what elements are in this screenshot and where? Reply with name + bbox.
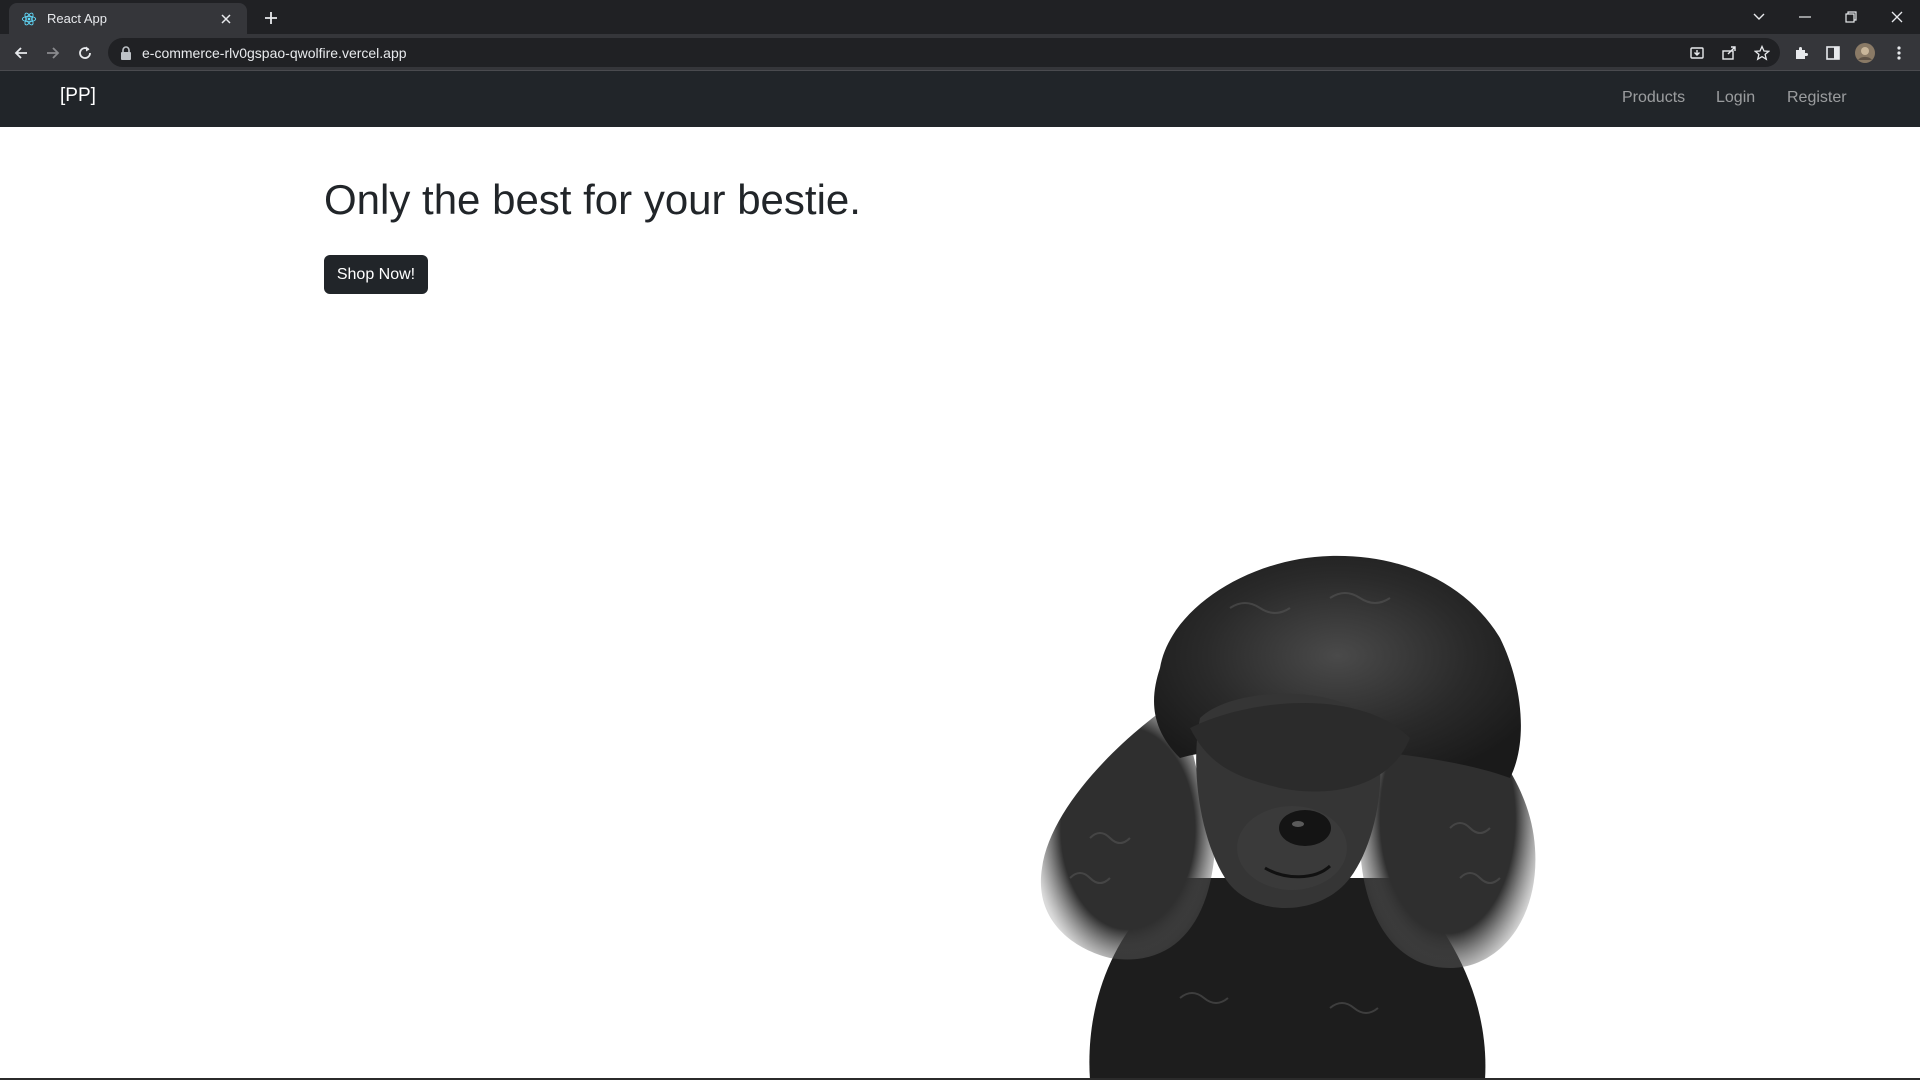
browser-menu-icon[interactable] <box>1886 40 1912 66</box>
profile-avatar[interactable] <box>1852 40 1878 66</box>
hero-title: Only the best for your bestie. <box>324 176 861 223</box>
restore-icon[interactable] <box>1828 0 1874 34</box>
bookmark-star-icon[interactable] <box>1749 40 1775 66</box>
extensions-icon[interactable] <box>1788 40 1814 66</box>
minimize-icon[interactable] <box>1782 0 1828 34</box>
shop-now-button[interactable]: Shop Now! <box>324 255 428 294</box>
side-panel-icon[interactable] <box>1820 40 1846 66</box>
install-app-icon[interactable] <box>1684 40 1710 66</box>
url-text: e-commerce-rlv0gspao-qwolfire.vercel.app <box>142 44 407 61</box>
nav-link-register[interactable]: Register <box>1787 89 1847 107</box>
tab-close-icon[interactable] <box>217 10 235 28</box>
site-navbar: [PP] Products Login Register <box>0 71 1920 127</box>
browser-tabstrip: React App <box>0 0 1920 34</box>
tab-search-chevron-icon[interactable] <box>1736 0 1782 34</box>
reload-icon[interactable] <box>72 40 98 66</box>
browser-tab[interactable]: React App <box>9 3 247 34</box>
tab-title: React App <box>47 11 107 26</box>
react-icon <box>21 12 37 25</box>
new-tab-icon[interactable] <box>259 6 283 30</box>
close-window-icon[interactable] <box>1874 0 1920 34</box>
lock-icon <box>121 45 131 60</box>
forward-icon[interactable] <box>40 40 66 66</box>
brand-logo[interactable]: [PP] <box>60 85 96 107</box>
browser-toolbar: e-commerce-rlv0gspao-qwolfire.vercel.app <box>0 34 1920 71</box>
nav-link-products[interactable]: Products <box>1622 89 1685 107</box>
poodle-image <box>1040 555 1536 1080</box>
address-bar[interactable]: e-commerce-rlv0gspao-qwolfire.vercel.app <box>108 38 1780 67</box>
back-icon[interactable] <box>8 40 34 66</box>
share-icon[interactable] <box>1716 40 1742 66</box>
nav-link-login[interactable]: Login <box>1716 89 1755 107</box>
